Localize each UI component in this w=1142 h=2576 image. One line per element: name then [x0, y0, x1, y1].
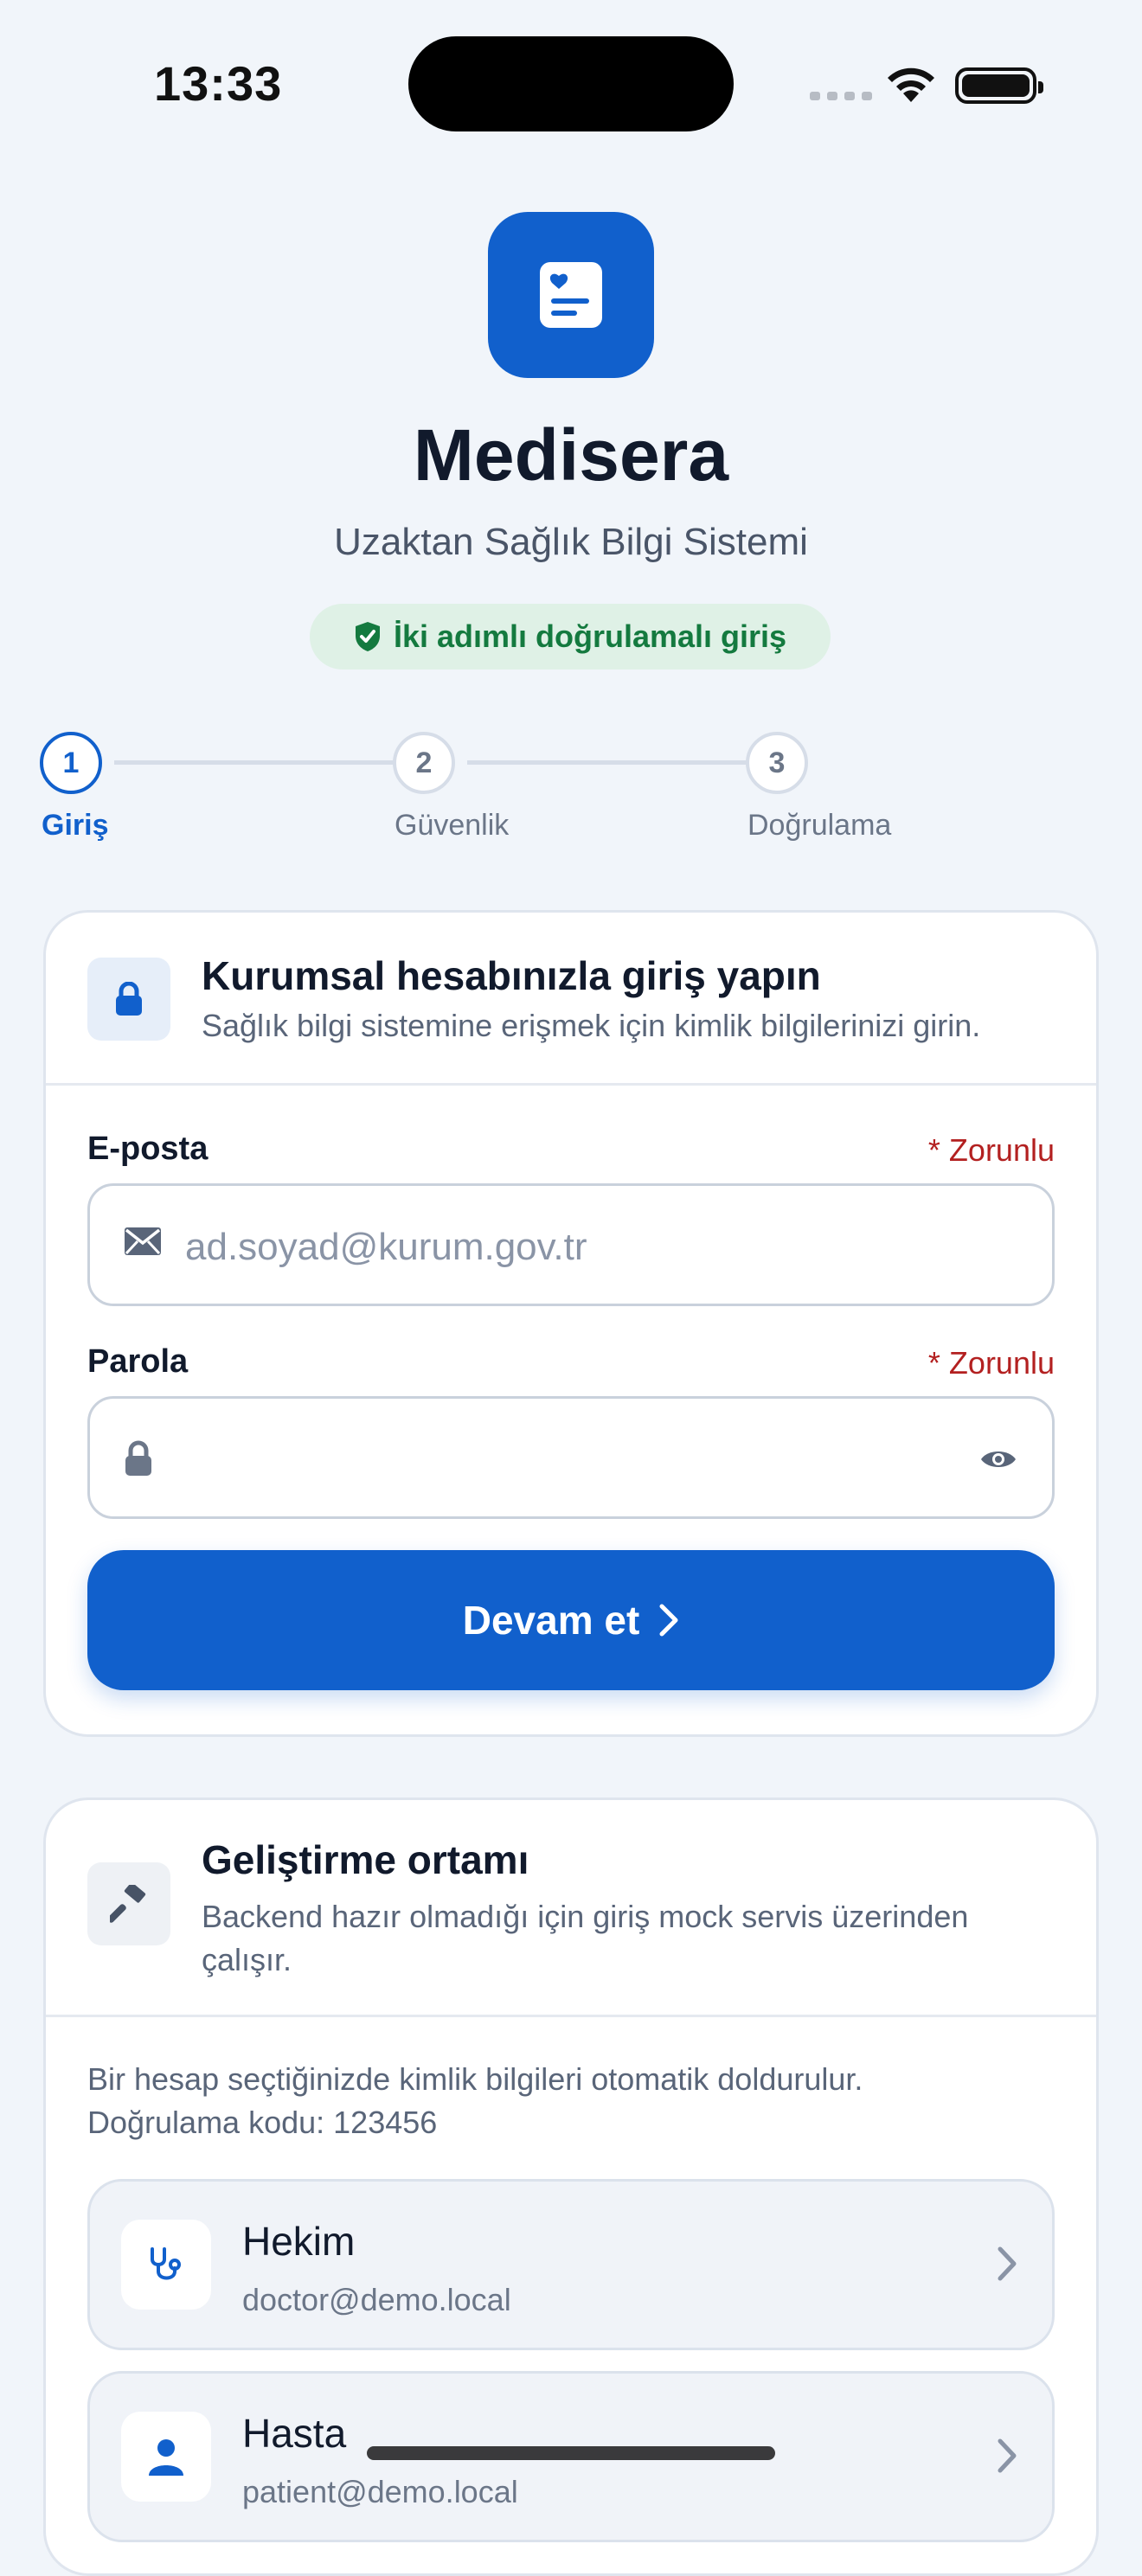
chevron-right-icon — [998, 2438, 1017, 2473]
step-2-indicator: 2 — [393, 732, 455, 794]
dev-card-description-line2: çalışır. — [202, 1942, 292, 1977]
person-icon — [149, 2439, 183, 2476]
account-email: patient@demo.local — [242, 2474, 518, 2509]
account-name: Hasta — [242, 2411, 347, 2456]
lock-icon — [116, 982, 142, 1016]
step-2-label: Güvenlik — [395, 809, 510, 842]
app-logo — [488, 212, 654, 378]
login-card-description: Sağlık bilgi sistemine erişmek için kiml… — [202, 1008, 981, 1043]
app-subtitle: Uzaktan Sağlık Bilgi Sistemi — [334, 521, 808, 563]
step-1-indicator: 1 — [40, 732, 102, 794]
battery-icon — [955, 67, 1043, 104]
step-3-label: Doğrulama — [747, 809, 892, 842]
card-divider — [46, 2015, 1096, 2017]
dev-card-title: Geliştirme ortamı — [202, 1837, 529, 1882]
password-required: * Zorunlu — [927, 1345, 1055, 1381]
envelope-icon — [125, 1227, 161, 1255]
chevron-right-icon — [998, 2246, 1017, 2281]
stepper-connector — [114, 760, 396, 765]
hammer-icon — [110, 1885, 146, 1923]
stethoscope-icon — [151, 2247, 181, 2280]
shield-check-icon — [355, 622, 380, 651]
email-field[interactable]: ad.soyad@kurum.gov.tr — [87, 1183, 1055, 1306]
home-indicator[interactable] — [367, 2446, 775, 2460]
account-email: doctor@demo.local — [242, 2282, 511, 2317]
continue-button[interactable]: Devam et — [87, 1550, 1055, 1690]
step-1-label: Giriş — [42, 809, 109, 842]
cellular-signal-icon — [810, 92, 872, 100]
lock-icon — [125, 1440, 151, 1476]
account-avatar — [121, 2412, 211, 2502]
account-name: Hekim — [242, 2219, 356, 2264]
email-required: * Zorunlu — [927, 1132, 1055, 1168]
chevron-right-icon — [659, 1604, 678, 1637]
continue-button-label: Devam et — [462, 1598, 640, 1643]
card-hammer-badge — [87, 1862, 170, 1945]
login-card: Kurumsal hesabınızla giriş yapın Sağlık … — [43, 910, 1099, 1737]
security-badge-label: İki adımlı doğrulamalı giriş — [393, 618, 787, 654]
card-divider — [46, 1083, 1096, 1086]
app-title: Medisera — [413, 414, 729, 496]
email-placeholder: ad.soyad@kurum.gov.tr — [185, 1226, 587, 1268]
dev-note-line1: Bir hesap seçtiğinizde kimlik bilgileri … — [87, 2061, 863, 2097]
account-avatar — [121, 2220, 211, 2310]
account-row-doctor[interactable]: Hekim doctor@demo.local — [87, 2179, 1055, 2350]
step-3-indicator: 3 — [746, 732, 808, 794]
medical-record-icon — [540, 262, 602, 328]
stepper-connector — [467, 760, 749, 765]
dev-card-description-line1: Backend hazır olmadığı için giriş mock s… — [202, 1899, 969, 1934]
dynamic-island — [408, 36, 734, 131]
login-card-title: Kurumsal hesabınızla giriş yapın — [202, 953, 821, 998]
show-password-eye-icon[interactable] — [979, 1447, 1017, 1471]
password-field[interactable] — [87, 1396, 1055, 1519]
card-lock-badge — [87, 958, 170, 1041]
wifi-icon — [888, 67, 934, 102]
email-label: E-posta — [87, 1131, 209, 1167]
security-badge: İki adımlı doğrulamalı giriş — [310, 604, 831, 670]
status-time: 13:33 — [154, 56, 283, 111]
dev-note-line2: Doğrulama kodu: 123456 — [87, 2105, 438, 2140]
password-label: Parola — [87, 1343, 189, 1380]
